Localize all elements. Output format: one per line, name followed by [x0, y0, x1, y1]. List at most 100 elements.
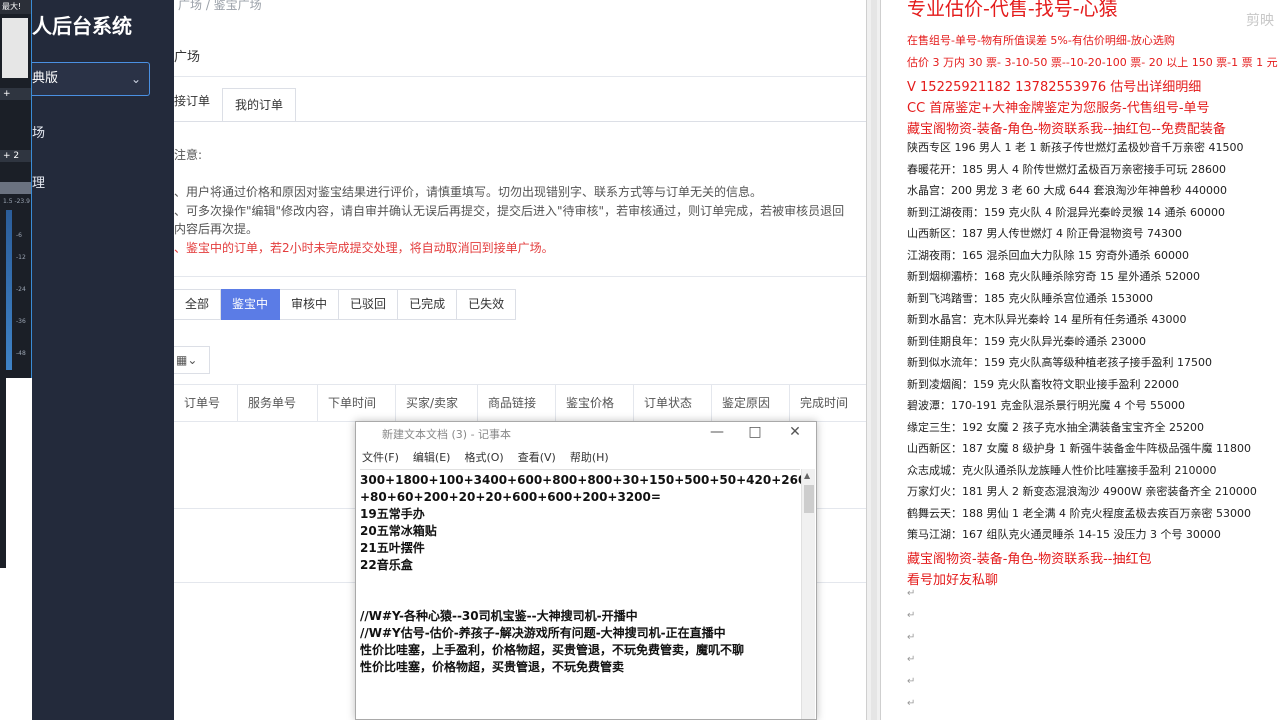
level-meter: [6, 210, 12, 370]
table-header: 订单号 服务单号 下单时间 买家/卖家 商品链接 鉴宝价格 订单状态 鉴定原因 …: [174, 384, 866, 422]
document-line: 藏宝阁物资-装备-角色-物资联系我--抽红包: [907, 551, 1152, 567]
document-line: CC 首席鉴定+大神金牌鉴定为您服务-代售组号-单号: [907, 101, 1210, 116]
document-line: 新到飞鸿踏雪：185 克火队睡杀宫位通杀 153000: [907, 291, 1153, 305]
text-line: 性价比哇塞，上手盈利，价格物超，买贵管退，不玩免费管卖，魔叽不聊: [360, 643, 745, 657]
tab-my-orders[interactable]: 我的订单: [222, 88, 296, 122]
notice-line-warning: 、鉴宝中的订单，若2小时未完成提交处理，将自动取消回到接单广场。: [174, 241, 554, 255]
sidebar-item-square[interactable]: 场: [32, 122, 45, 141]
app-title: 人后台系统: [32, 14, 132, 38]
mixer-row[interactable]: [0, 182, 31, 194]
document-line: 新到江湖夜雨：159 克火队 4 阶混异光秦岭灵猴 14 通杀 60000: [907, 205, 1225, 219]
meter-scale-label: -6: [16, 232, 22, 239]
maximize-icon[interactable]: □: [744, 424, 766, 440]
document-line: 万家灯火：181 男人 2 新变态混浪淘沙 4900W 亲密装备齐全 21000…: [907, 485, 1257, 498]
window-edge: [0, 378, 6, 568]
filter-expired[interactable]: 已失效: [457, 289, 517, 320]
scrollbar[interactable]: [866, 0, 880, 720]
mixer-label: 最大!: [0, 0, 31, 14]
column-header[interactable]: 下单时间: [318, 385, 396, 421]
mixer-row[interactable]: +: [0, 88, 31, 100]
filter-all[interactable]: 全部: [174, 289, 222, 320]
paragraph-mark: ↵: [907, 588, 916, 599]
chevron-down-icon: ⌄: [130, 72, 141, 86]
meter-scale-label: -12: [16, 254, 26, 261]
scroll-thumb[interactable]: [804, 485, 814, 513]
notice-title: 注意:: [174, 148, 203, 162]
text-line: //W#Y-各种心猿--30司机宝鉴--大神搜司机-开播中: [360, 609, 638, 623]
paragraph-mark: ↵: [907, 654, 916, 665]
column-header[interactable]: 鉴定原因: [712, 385, 790, 421]
mixer-readout: 1.5 -23.9: [0, 196, 31, 208]
audio-mixer-panel: 最大! + + 2 1.5 -23.9 -6 -12 -24 -36 -48: [0, 0, 32, 378]
column-header[interactable]: 买家/卖家: [396, 385, 478, 421]
column-header[interactable]: 服务单号: [238, 385, 318, 421]
status-filter-group: 全部 鉴宝中 审核中 已驳回 已完成 已失效: [174, 289, 517, 320]
vertical-scrollbar[interactable]: ▲: [801, 469, 815, 719]
document-line: 新到佳期良年：159 克火队异光秦岭通杀 23000: [907, 334, 1146, 348]
mixer-row[interactable]: + 2: [0, 150, 31, 162]
column-header[interactable]: 订单状态: [634, 385, 712, 421]
document-line: 春暖花开：185 男人 4 阶传世燃灯孟极百万亲密接手可玩 28600: [907, 162, 1226, 176]
menu-bar: 文件(F) 编辑(E) 格式(O) 查看(V) 帮助(H): [356, 448, 816, 468]
text-line: 22音乐盒: [360, 558, 413, 572]
menu-edit[interactable]: 编辑(E): [413, 448, 451, 468]
divider: [174, 121, 866, 122]
text-line: 19五常手办: [360, 507, 425, 521]
text-line: //W#Y估号-估价-养孩子-解决游戏所有问题-大神搜司机-正在直播中: [360, 626, 726, 640]
text-line: 21五叶摆件: [360, 541, 425, 555]
version-select[interactable]: 典版 ⌄: [32, 62, 150, 96]
close-icon[interactable]: ✕: [784, 424, 806, 440]
meter-scale-label: -36: [16, 318, 26, 325]
document-line: 水晶宫：200 男龙 3 老 60 大成 644 套浪淘沙年神兽秒 440000: [907, 184, 1227, 197]
menu-view[interactable]: 查看(V): [518, 448, 556, 468]
document-line: 估价 3 万内 30 票- 3-10-50 票--10-20-100 票- 20…: [907, 56, 1278, 69]
menu-help[interactable]: 帮助(H): [570, 448, 609, 468]
filter-appraising[interactable]: 鉴宝中: [221, 289, 281, 320]
text-line: 20五常冰箱贴: [360, 524, 437, 538]
document-line: 新到凌烟阁：159 克火队畜牧符文职业接手盈利 22000: [907, 377, 1179, 391]
minimize-icon[interactable]: —: [706, 424, 728, 440]
paragraph-mark: ↵: [907, 698, 916, 709]
mixer-fader[interactable]: [2, 18, 28, 78]
menu-format[interactable]: 格式(O): [464, 448, 503, 468]
text-line: 300+1800+100+3400+600+800+800+30+150+500…: [360, 473, 807, 487]
column-header[interactable]: 商品链接: [478, 385, 556, 421]
column-header[interactable]: 鉴宝价格: [556, 385, 634, 421]
document-line: 藏宝阁物资-装备-角色-物资联系我--抽红包--免费配装备: [907, 122, 1226, 137]
meter-scale-label: -24: [16, 286, 26, 293]
word-document[interactable]: 专业估价-代售-找号-心猿 剪映 在售组号-单号-物有所值误差 5%-有估价明细…: [880, 0, 1280, 720]
document-line: 新到似水流年：159 克火队高等级种植老孩子接手盈利 17500: [907, 356, 1212, 369]
admin-sidebar: 人后台系统 典版 ⌄ 场 理: [32, 0, 174, 720]
watermark: 剪映: [1246, 13, 1274, 29]
document-line: 山西新区：187 女魔 8 级护身 1 新强牛装备金牛阵极品强牛魔 11800: [907, 442, 1251, 455]
divider: [174, 276, 866, 277]
document-line: 众志成城：克火队通杀队龙族睡人性价比哇塞接手盈利 210000: [907, 463, 1217, 477]
filter-reviewing[interactable]: 审核中: [280, 289, 340, 320]
document-line: 缘定三生：192 女魔 2 孩子克水抽全满装备宝宝齐全 25200: [907, 420, 1204, 434]
version-label: 典版: [32, 71, 59, 86]
notepad-window: 新建文本文档 (3) - 记事本 — □ ✕ 文件(F) 编辑(E) 格式(O)…: [355, 421, 817, 720]
filter-completed[interactable]: 已完成: [398, 289, 458, 320]
notice-line: 内容后再次提。: [174, 222, 259, 236]
paragraph-mark: ↵: [907, 610, 916, 621]
breadcrumb: 广场 / 鉴宝广场: [178, 0, 262, 12]
column-header[interactable]: 完成时间: [790, 385, 866, 421]
filter-rejected[interactable]: 已驳回: [339, 289, 399, 320]
text-line: +80+60+200+20+20+600+600+200+3200=: [360, 490, 661, 504]
paragraph-mark: ↵: [907, 632, 916, 643]
text-line: [360, 574, 800, 591]
sidebar-item-manage[interactable]: 理: [32, 172, 45, 191]
scrollbar-track[interactable]: [871, 0, 877, 720]
grid-icon: ▦⌄: [176, 353, 198, 367]
document-line: V 15225921182 13782553976 估号出详细明细: [907, 80, 1202, 95]
notice-line: 、用户将通过价格和原因对鉴宝结果进行评价，请慎重填写。切勿出现错别字、联系方式等…: [174, 185, 763, 199]
text-editor[interactable]: 300+1800+100+3400+600+800+800+30+150+500…: [360, 469, 807, 719]
menu-file[interactable]: 文件(F): [362, 448, 399, 468]
column-header[interactable]: 订单号: [174, 385, 238, 421]
tab-accept-orders[interactable]: 接订单: [174, 92, 210, 109]
document-line: 鹤舞云天：188 男仙 1 老全满 4 阶克火程度孟极去疾百万亲密 53000: [907, 506, 1251, 520]
meter-scale-label: -48: [16, 350, 26, 357]
scroll-up-icon[interactable]: ▲: [804, 471, 810, 480]
document-line: 策马江湖：167 组队克火通灵睡杀 14-15 没压力 3 个号 30000: [907, 528, 1221, 541]
columns-toggle-button[interactable]: ▦⌄: [174, 346, 210, 374]
